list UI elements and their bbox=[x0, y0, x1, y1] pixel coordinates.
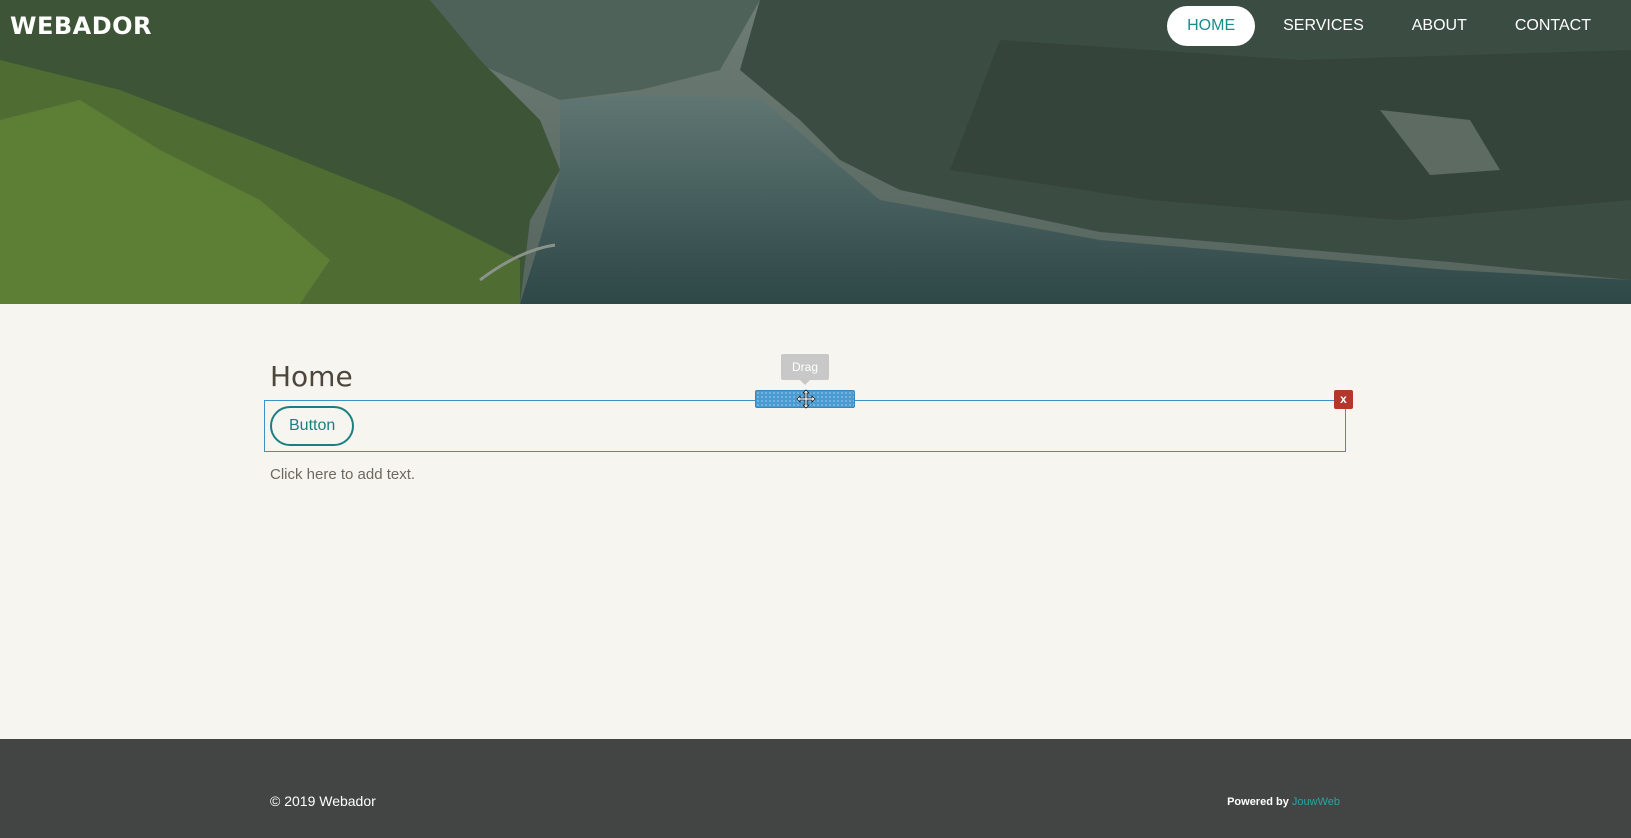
close-icon[interactable]: x bbox=[1334, 390, 1353, 409]
drag-tooltip: Drag bbox=[781, 354, 829, 385]
powered-by-link[interactable]: JouwWeb bbox=[1292, 796, 1340, 808]
hero-banner: WEBADOR HOME SERVICES ABOUT CONTACT bbox=[0, 0, 1631, 304]
main-nav: HOME SERVICES ABOUT CONTACT bbox=[1167, 6, 1611, 46]
drag-handle[interactable] bbox=[755, 389, 855, 409]
nav-item-home[interactable]: HOME bbox=[1167, 6, 1256, 46]
powered-by: Powered by JouwWeb bbox=[1227, 796, 1340, 808]
copyright-text: © 2019 Webador bbox=[270, 793, 376, 809]
move-icon bbox=[796, 389, 816, 409]
add-text-placeholder[interactable]: Click here to add text. bbox=[270, 466, 415, 483]
page-title[interactable]: Home bbox=[270, 360, 353, 393]
main-content: Home Drag Button x Click here to add tex… bbox=[0, 304, 1631, 739]
site-footer: © 2019 Webador Powered by JouwWeb bbox=[0, 739, 1631, 838]
nav-item-contact[interactable]: CONTACT bbox=[1495, 6, 1611, 46]
site-logo[interactable]: WEBADOR bbox=[10, 12, 152, 40]
powered-by-label: Powered by bbox=[1227, 796, 1289, 808]
nav-item-about[interactable]: ABOUT bbox=[1392, 6, 1487, 46]
nav-item-services[interactable]: SERVICES bbox=[1263, 6, 1384, 46]
page-button[interactable]: Button bbox=[270, 406, 355, 446]
